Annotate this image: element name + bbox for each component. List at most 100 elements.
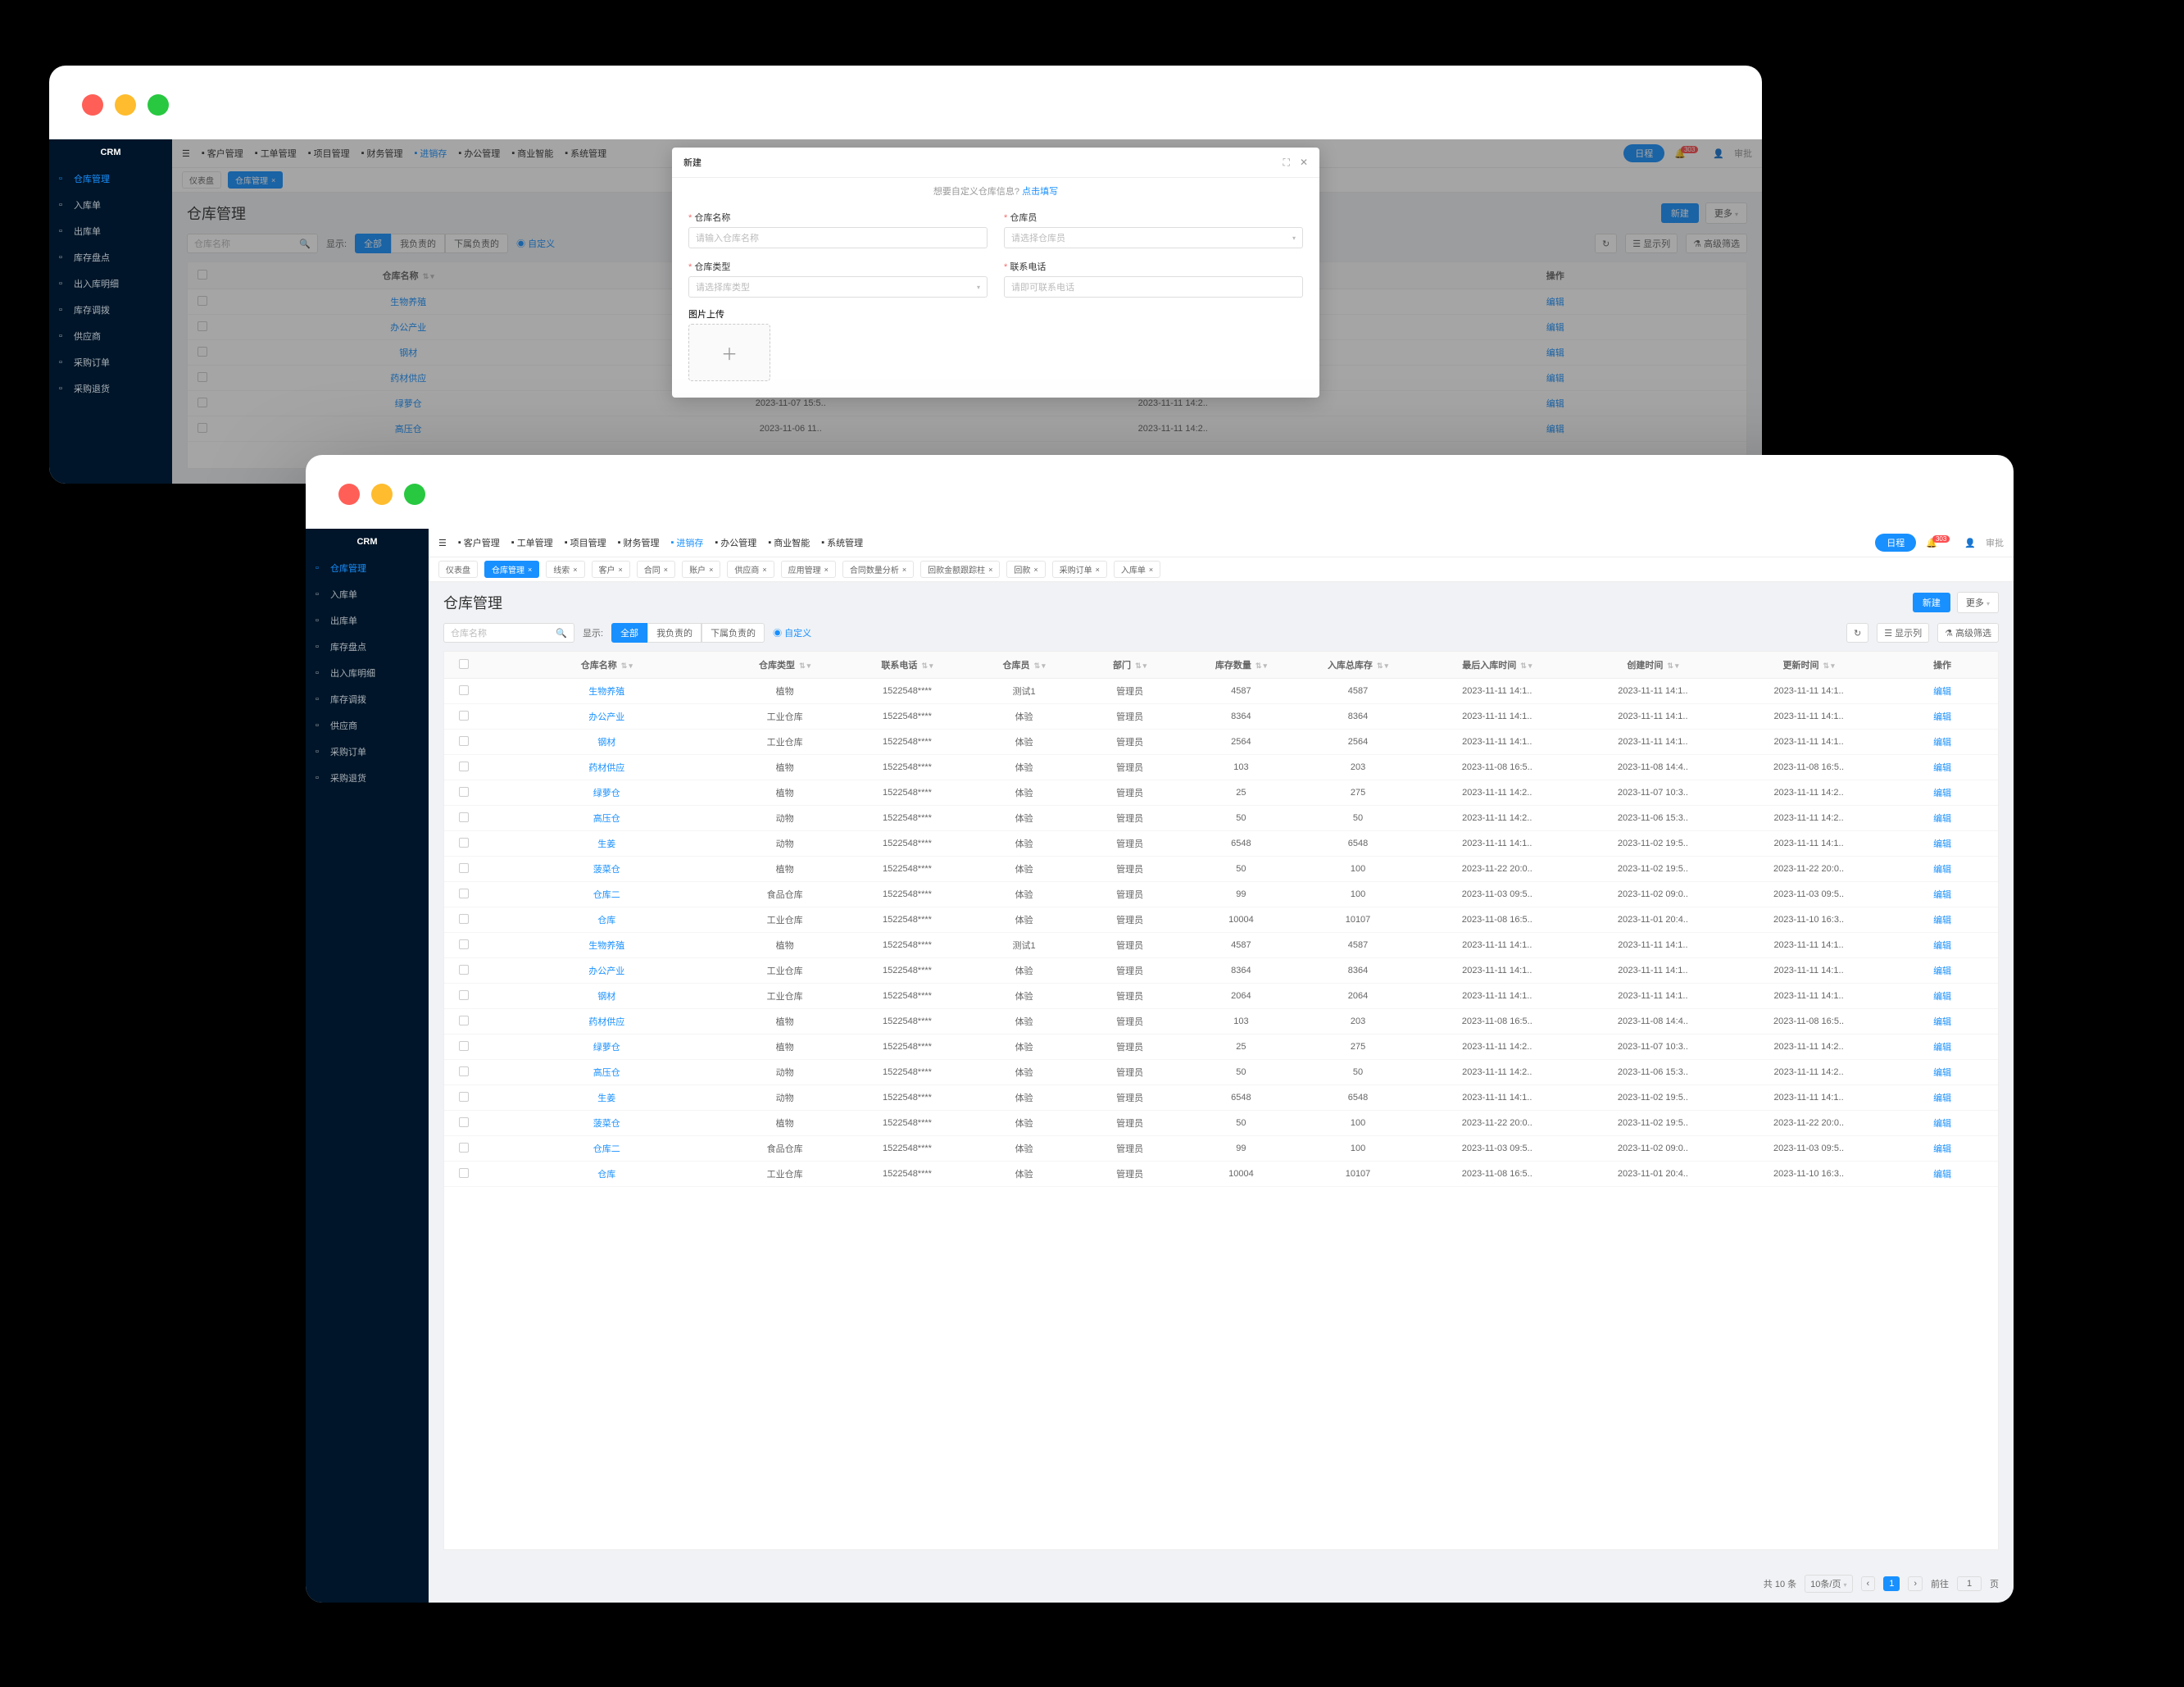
- refresh-button[interactable]: ↻: [1846, 623, 1868, 643]
- tab-close-icon[interactable]: ×: [664, 566, 668, 574]
- row-checkbox[interactable]: [459, 914, 469, 924]
- col-8[interactable]: 最后入库时间 ⇅▾: [1419, 652, 1575, 679]
- topbar-item-0[interactable]: ▪ 客户管理: [458, 536, 500, 549]
- maximize-dot[interactable]: [148, 94, 169, 116]
- filter-icon[interactable]: ▾: [807, 662, 811, 670]
- cell-name[interactable]: 高压仓: [484, 1060, 729, 1085]
- cell-op[interactable]: 编辑: [1887, 780, 1998, 806]
- tab-close-icon[interactable]: ×: [1033, 566, 1038, 574]
- filter-icon[interactable]: ▾: [1385, 662, 1389, 670]
- sidebar-item-5[interactable]: ▫库存调拨: [49, 297, 172, 323]
- filter-icon[interactable]: ▾: [1831, 662, 1835, 670]
- col-11[interactable]: 操作: [1887, 652, 1998, 679]
- tab-7[interactable]: 应用管理 ×: [781, 561, 836, 578]
- sidebar-item-7[interactable]: ▫采购订单: [49, 349, 172, 375]
- sidebar-item-8[interactable]: ▫采购退货: [306, 765, 429, 791]
- sidebar-item-4[interactable]: ▫出入库明细: [49, 271, 172, 297]
- row-checkbox[interactable]: [459, 1016, 469, 1025]
- field-type-select[interactable]: 请选择库类型▾: [688, 276, 988, 298]
- col-2[interactable]: 仓库类型 ⇅▾: [729, 652, 841, 679]
- sort-icon[interactable]: ⇅: [1255, 662, 1262, 670]
- cell-op[interactable]: 编辑: [1887, 984, 1998, 1009]
- filter-2[interactable]: 下属负责的: [702, 623, 765, 643]
- upload-box[interactable]: ＋: [688, 324, 770, 381]
- cell-name[interactable]: 绿萝仓: [484, 780, 729, 806]
- cell-name[interactable]: 仓库二: [484, 882, 729, 907]
- tab-11[interactable]: 采购订单 ×: [1052, 561, 1107, 578]
- col-3[interactable]: 联系电话 ⇅▾: [840, 652, 974, 679]
- row-checkbox[interactable]: [459, 965, 469, 975]
- sidebar-item-4[interactable]: ▫出入库明细: [306, 660, 429, 686]
- cell-name[interactable]: 绿萝仓: [484, 1034, 729, 1060]
- close-dot[interactable]: [82, 94, 103, 116]
- search-input[interactable]: 仓库名称🔍: [443, 623, 574, 643]
- sort-icon[interactable]: ⇅: [1823, 662, 1830, 670]
- sidebar-item-6[interactable]: ▫供应商: [306, 712, 429, 739]
- row-checkbox[interactable]: [459, 1143, 469, 1153]
- sidebar-item-7[interactable]: ▫采购订单: [306, 739, 429, 765]
- col-5[interactable]: 部门 ⇅▾: [1074, 652, 1186, 679]
- close-icon[interactable]: ✕: [1300, 157, 1308, 169]
- cell-name[interactable]: 药材供应: [484, 755, 729, 780]
- sort-icon[interactable]: ⇅: [1377, 662, 1383, 670]
- tab-close-icon[interactable]: ×: [988, 566, 992, 574]
- row-checkbox[interactable]: [459, 1041, 469, 1051]
- cell-op[interactable]: 编辑: [1887, 857, 1998, 882]
- checkbox-all[interactable]: [459, 659, 469, 669]
- row-checkbox[interactable]: [459, 990, 469, 1000]
- topbar-item-2[interactable]: ▪ 项目管理: [565, 536, 606, 549]
- tab-2[interactable]: 线索 ×: [546, 561, 584, 578]
- cell-name[interactable]: 办公产业: [484, 704, 729, 730]
- row-checkbox[interactable]: [459, 863, 469, 873]
- cell-op[interactable]: 编辑: [1887, 755, 1998, 780]
- maximize-dot[interactable]: [404, 484, 425, 505]
- cell-op[interactable]: 编辑: [1887, 958, 1998, 984]
- sidebar-item-5[interactable]: ▫库存调拨: [306, 686, 429, 712]
- goto-input[interactable]: 1: [1957, 1576, 1982, 1591]
- row-checkbox[interactable]: [459, 838, 469, 848]
- sidebar-item-3[interactable]: ▫库存盘点: [306, 634, 429, 660]
- modal-tip-link[interactable]: 点击填写: [1022, 187, 1058, 197]
- col-4[interactable]: 仓库员 ⇅▾: [974, 652, 1074, 679]
- topbar-item-1[interactable]: ▪ 工单管理: [511, 536, 553, 549]
- row-checkbox[interactable]: [459, 1117, 469, 1127]
- tab-5[interactable]: 账户 ×: [682, 561, 720, 578]
- tab-6[interactable]: 供应商 ×: [727, 561, 774, 578]
- cell-op[interactable]: 编辑: [1887, 1085, 1998, 1111]
- row-checkbox[interactable]: [459, 889, 469, 898]
- tab-10[interactable]: 回款 ×: [1006, 561, 1045, 578]
- filter-0[interactable]: 全部: [611, 623, 647, 643]
- cell-name[interactable]: 生物养殖: [484, 933, 729, 958]
- cell-op[interactable]: 编辑: [1887, 1111, 1998, 1136]
- schedule-pill[interactable]: 日程: [1875, 534, 1916, 552]
- col-0[interactable]: [444, 652, 484, 679]
- per-page-select[interactable]: 10条/页 ▾: [1805, 1575, 1852, 1593]
- cell-op[interactable]: 编辑: [1887, 1009, 1998, 1034]
- row-checkbox[interactable]: [459, 1092, 469, 1102]
- row-checkbox[interactable]: [459, 685, 469, 695]
- row-checkbox[interactable]: [459, 1066, 469, 1076]
- avatar-icon[interactable]: 👤: [1964, 538, 1976, 548]
- cell-op[interactable]: 编辑: [1887, 679, 1998, 704]
- cell-name[interactable]: 办公产业: [484, 958, 729, 984]
- sidebar-item-8[interactable]: ▫采购退货: [49, 375, 172, 402]
- tab-close-icon[interactable]: ×: [573, 566, 577, 574]
- col-9[interactable]: 创建时间 ⇅▾: [1575, 652, 1731, 679]
- sidebar-item-1[interactable]: ▫入库单: [49, 192, 172, 218]
- collapse-icon[interactable]: ☰: [438, 538, 447, 548]
- cell-name[interactable]: 仓库二: [484, 1136, 729, 1162]
- field-phone-input[interactable]: 请即可联系电话: [1004, 276, 1303, 298]
- row-checkbox[interactable]: [459, 711, 469, 721]
- minimize-dot[interactable]: [115, 94, 136, 116]
- filter-icon[interactable]: ▾: [629, 662, 633, 670]
- cell-op[interactable]: 编辑: [1887, 933, 1998, 958]
- sort-icon[interactable]: ⇅: [799, 662, 806, 670]
- topbar-item-3[interactable]: ▪ 财务管理: [618, 536, 660, 549]
- sort-icon[interactable]: ⇅: [1135, 662, 1142, 670]
- row-checkbox[interactable]: [459, 762, 469, 771]
- cell-op[interactable]: 编辑: [1887, 1060, 1998, 1085]
- field-staff-select[interactable]: 请选择仓库员▾: [1004, 227, 1303, 248]
- tab-3[interactable]: 客户 ×: [592, 561, 630, 578]
- expand-icon[interactable]: ⛶: [1283, 157, 1290, 169]
- topbar-item-5[interactable]: ▪ 办公管理: [715, 536, 756, 549]
